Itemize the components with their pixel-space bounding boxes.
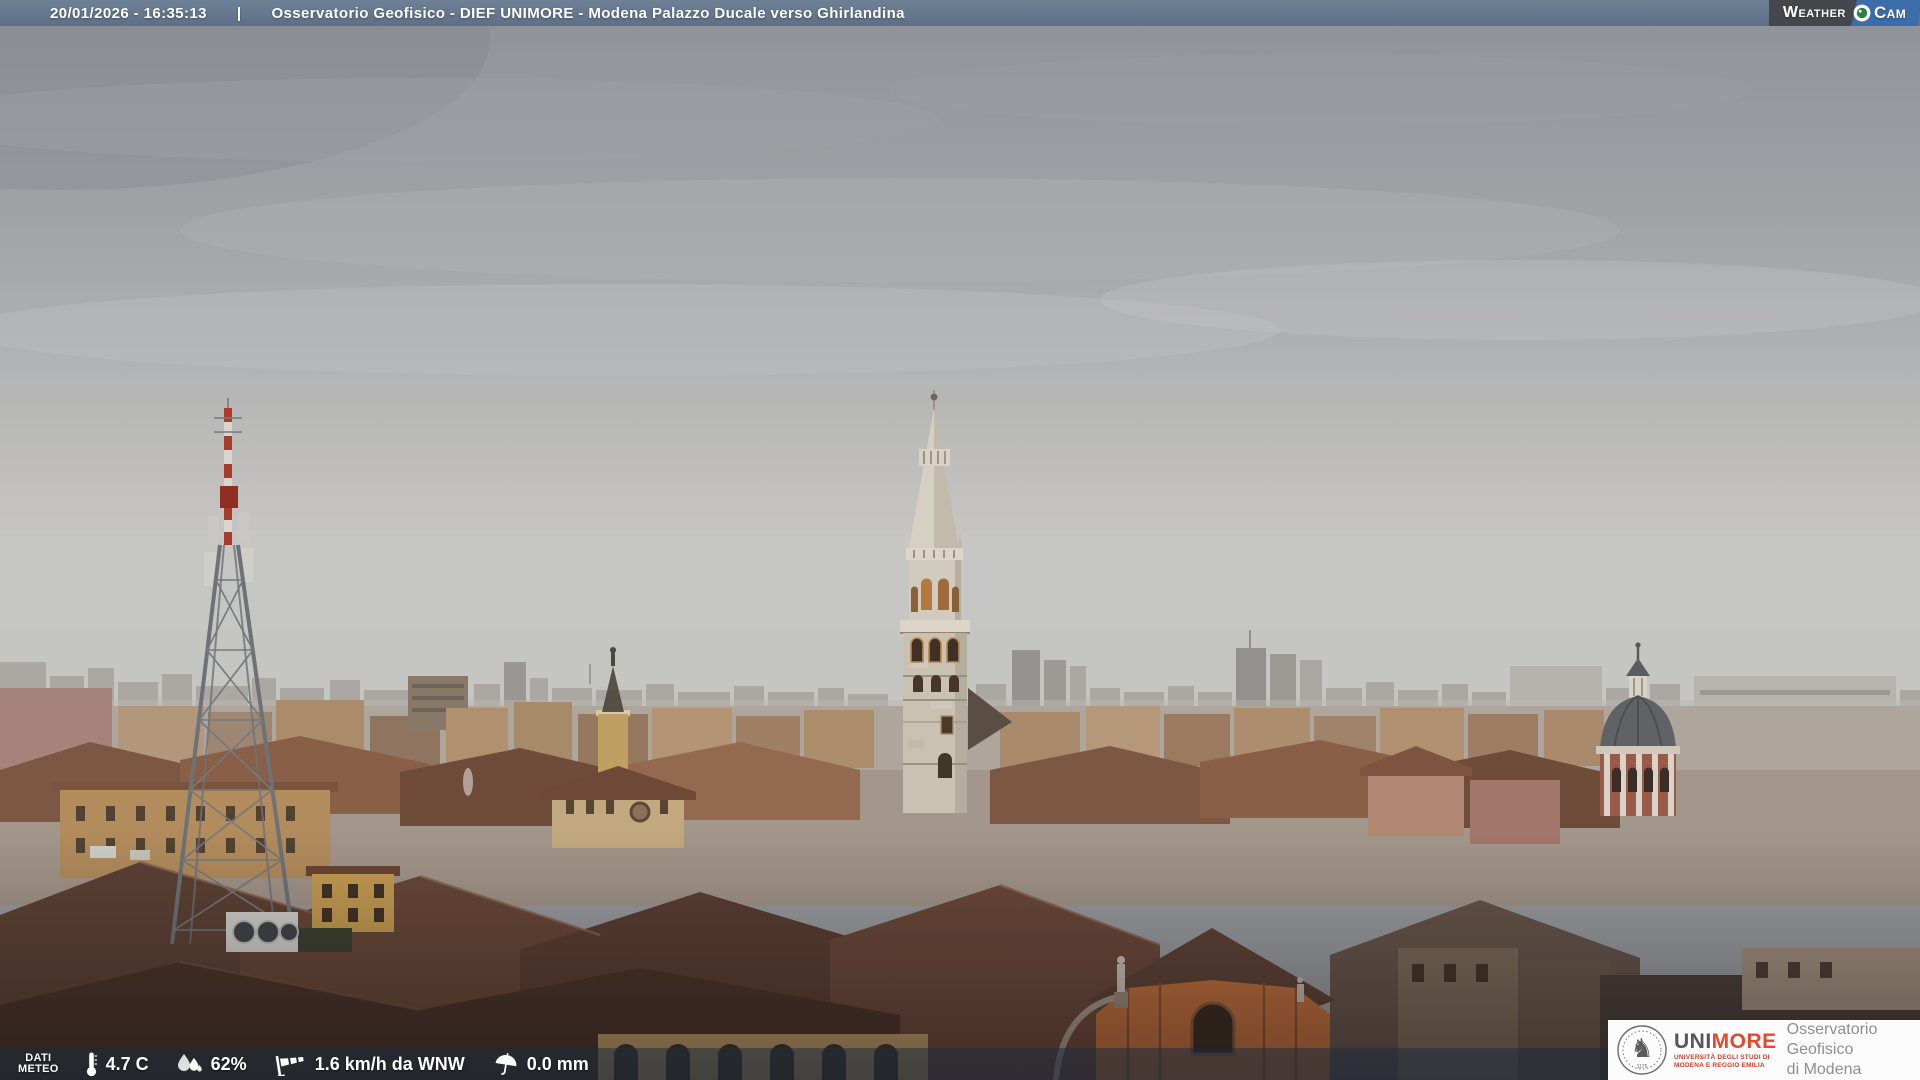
wind-reading: 1.6 km/h da WNW xyxy=(275,1052,465,1076)
timestamp: 20/01/2026 - 16:35:13 xyxy=(50,4,207,22)
unimore-wordmark: UNIMORE UNIVERSITÀ DEGLI STUDI DI MODENA… xyxy=(1674,1030,1777,1069)
title-bar: 20/01/2026 - 16:35:13 | Osservatorio Geo… xyxy=(0,0,1920,26)
weathercam-logo[interactable]: Weather Cam xyxy=(1768,0,1920,26)
observatory-name: Osservatorio Geofisico di Modena xyxy=(1786,1021,1878,1078)
webcam-page: 20/01/2026 - 16:35:13 | Osservatorio Geo… xyxy=(0,0,1920,1080)
page-title: Osservatorio Geofisico - DIEF UNIMORE - … xyxy=(271,4,905,22)
unimore-seal-icon: ♞ 1175 xyxy=(1617,1025,1667,1075)
divider: | xyxy=(236,4,242,22)
temperature-reading: 4.7 C xyxy=(85,1051,149,1077)
unimore-branding[interactable]: ♞ 1175 UNIMORE UNIVERSITÀ DEGLI STUDI DI… xyxy=(1608,1020,1920,1080)
meteo-label: DATI METEO xyxy=(18,1052,59,1075)
thermometer-icon xyxy=(86,1052,97,1077)
webcam-photo xyxy=(0,0,1920,1080)
humidity-icon xyxy=(177,1054,202,1072)
precipitation-reading: 0.0 mm xyxy=(493,1052,589,1076)
weathercam-weather-label: Weather xyxy=(1768,0,1862,26)
camera-lens-icon xyxy=(1853,4,1871,22)
svg-text:1175: 1175 xyxy=(1637,1064,1648,1070)
umbrella-icon xyxy=(495,1053,517,1075)
windsock-icon xyxy=(275,1055,304,1076)
svg-text:♞: ♞ xyxy=(1630,1034,1653,1064)
humidity-reading: 62% xyxy=(177,1052,247,1076)
